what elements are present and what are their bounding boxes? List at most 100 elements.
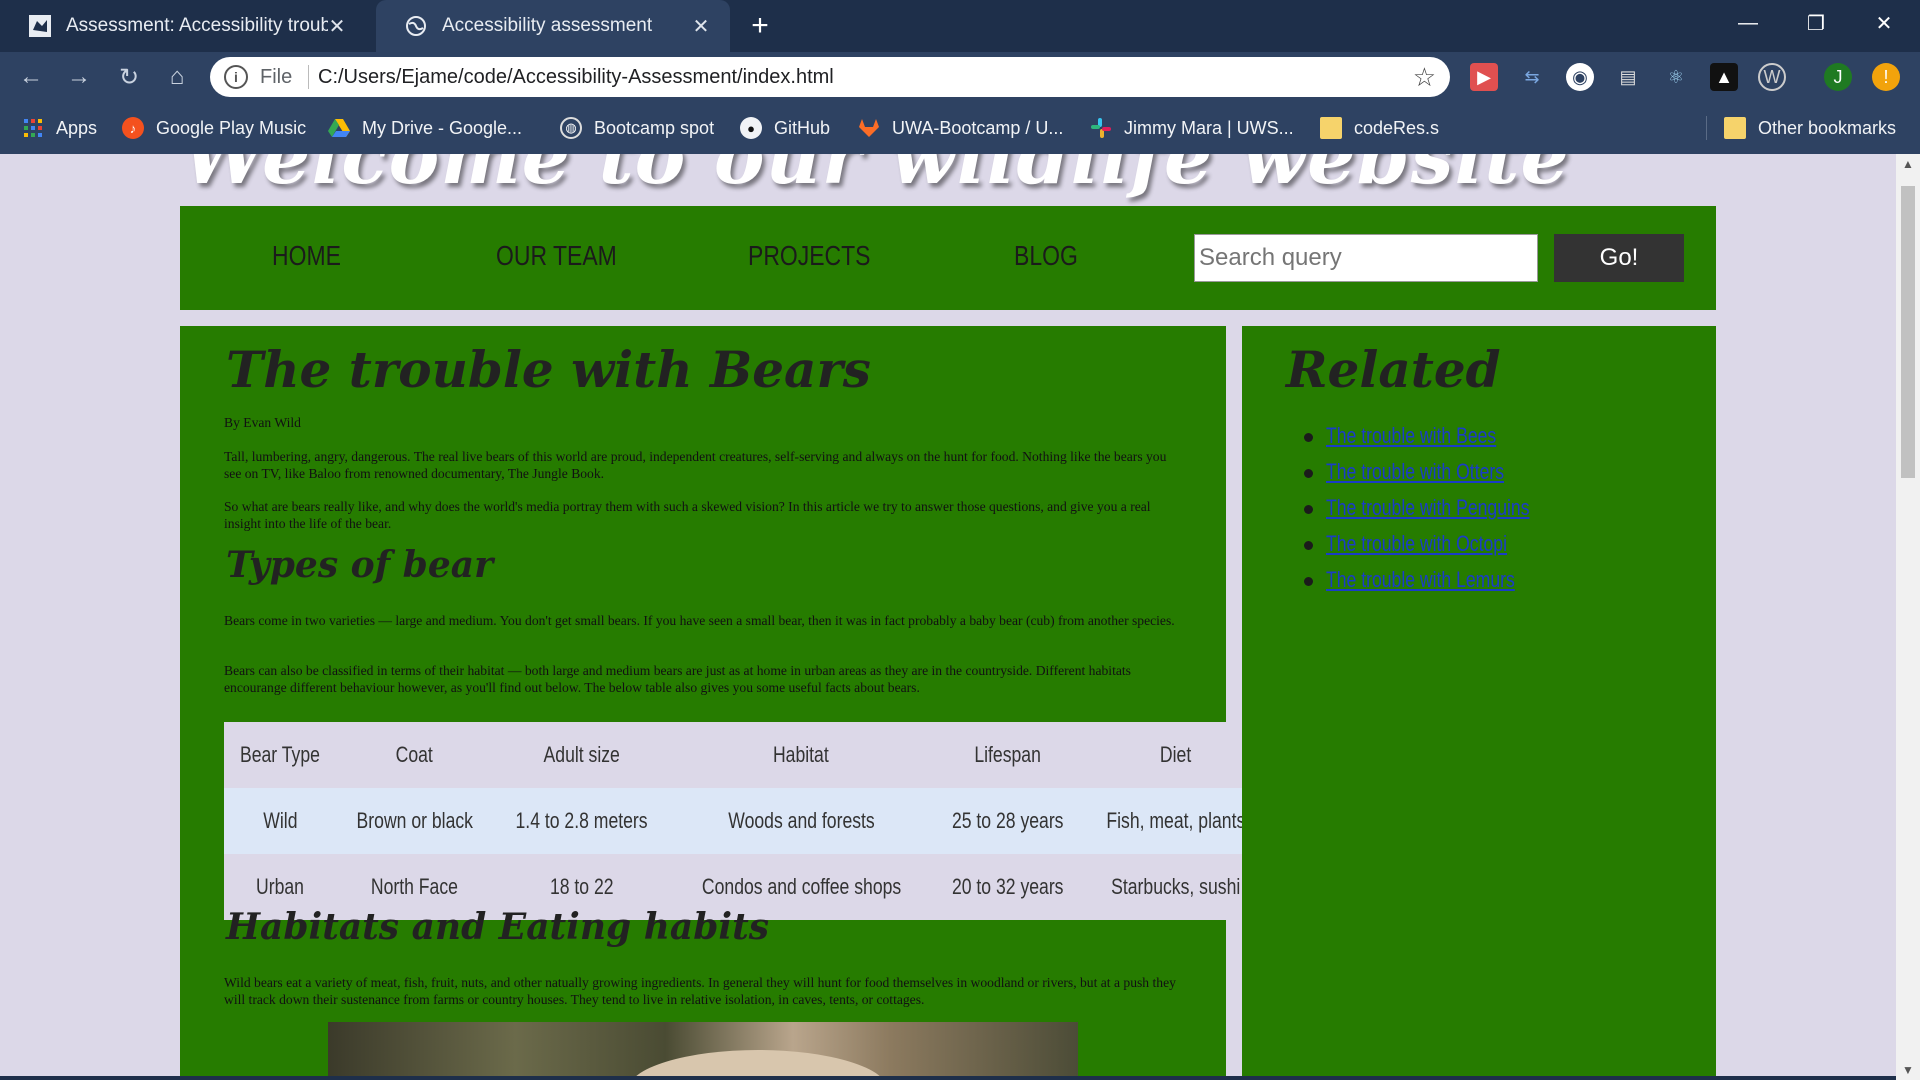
nav-home[interactable]: HOME	[272, 240, 341, 272]
home-icon[interactable]: ⌂	[160, 60, 194, 94]
forward-icon[interactable]: →	[62, 60, 96, 94]
table-header-cell: Adult size	[543, 742, 621, 767]
bookmarks-divider	[1706, 116, 1707, 140]
site-title: Welcome to our wildlife website	[182, 154, 1570, 201]
table-header-cell: Coat	[396, 742, 434, 767]
extension-cookie-icon[interactable]: ◉	[1566, 63, 1594, 91]
list-item: The trouble with Bees	[1303, 418, 1580, 454]
list-item: The trouble with Penguins	[1303, 490, 1580, 526]
bookmark-uwa-bootcamp[interactable]: UWA-Bootcamp / U...	[858, 114, 1063, 142]
intro-paragraph-2: So what are bears really like, and why d…	[224, 499, 1151, 531]
intro-paragraph-1: Tall, lumbering, angry, dangerous. The r…	[224, 449, 1167, 481]
table-cell: Starbucks, sushi	[1111, 874, 1241, 899]
bookmark-jimmy-mara[interactable]: Jimmy Mara | UWS...	[1090, 114, 1294, 142]
related-link-octopi[interactable]: The trouble with Octopi	[1326, 526, 1507, 562]
article-heading: The trouble with Bears	[226, 340, 871, 399]
back-icon[interactable]: ←	[14, 60, 48, 94]
react-devtools-icon[interactable]: ⚛	[1662, 63, 1690, 91]
bookmark-github[interactable]: ● GitHub	[740, 114, 830, 142]
table-header-cell: Lifespan	[974, 742, 1041, 767]
extension-record-icon[interactable]: ▶	[1470, 63, 1498, 91]
extension-w-icon[interactable]: W	[1758, 63, 1786, 91]
vertical-scrollbar[interactable]: ▲ ▼	[1896, 154, 1920, 1080]
globe-icon: ◍	[560, 117, 582, 139]
tab-title: Accessibility assessment	[442, 15, 653, 36]
types-heading: Types of bear	[226, 544, 494, 586]
extension-cat-icon[interactable]: ▲	[1710, 63, 1738, 91]
globe-icon	[404, 14, 428, 38]
related-link-bees[interactable]: The trouble with Bees	[1326, 418, 1496, 454]
scroll-up-icon[interactable]: ▲	[1896, 154, 1920, 174]
close-window-icon[interactable]: ✕	[1850, 0, 1918, 46]
table-header-row: Bear Type Coat Adult size Habitat Lifesp…	[224, 722, 1269, 788]
related-link-lemurs[interactable]: The trouble with Lemurs	[1326, 562, 1515, 598]
scroll-down-icon[interactable]: ▼	[1896, 1060, 1920, 1080]
related-link-otters[interactable]: The trouble with Otters	[1326, 454, 1504, 490]
bookmark-google-play-music[interactable]: ♪ Google Play Music	[122, 114, 306, 142]
table-header-cell: Habitat	[773, 742, 829, 767]
table-cell: 1.4 to 2.8 meters	[515, 808, 648, 833]
update-alert-icon[interactable]: !	[1872, 63, 1900, 91]
bookmark-label: Jimmy Mara | UWS...	[1124, 117, 1294, 138]
address-bar[interactable]: i File C:/Users/Ejame/code/Accessibility…	[210, 57, 1450, 97]
table-cell: 25 to 28 years	[951, 808, 1064, 833]
tab-strip: Assessment: Accessibility troubleshootin…	[0, 0, 1920, 52]
bookmark-label: GitHub	[774, 117, 831, 138]
play-music-icon: ♪	[122, 117, 144, 139]
bookmarks-bar: Apps ♪ Google Play Music My Drive - Goog…	[0, 102, 1920, 154]
info-icon[interactable]: i	[224, 65, 248, 89]
tab-assessment[interactable]: Assessment: Accessibility troubleshootin…	[0, 0, 366, 52]
table-cell: Brown or black	[356, 808, 473, 833]
folder-icon	[1320, 117, 1342, 139]
search-go-button[interactable]: Go!	[1554, 234, 1684, 282]
bookmark-coderes[interactable]: codeRes.s	[1320, 114, 1439, 142]
table-cell: Wild	[262, 808, 298, 833]
tab-accessibility-assessment[interactable]: Accessibility assessment ✕	[376, 0, 730, 52]
nav-projects[interactable]: PROJECTS	[748, 240, 870, 272]
url-text[interactable]: C:/Users/Ejame/code/Accessibility-Assess…	[318, 66, 834, 89]
bookmark-label: Other bookmarks	[1758, 117, 1897, 138]
table-cell: 20 to 32 years	[951, 874, 1064, 899]
bookmark-label: UWA-Bootcamp / U...	[892, 117, 1064, 138]
habitats-paragraph: Wild bears eat a variety of meat, fish, …	[224, 975, 1176, 1007]
scrollbar-thumb[interactable]	[1901, 186, 1915, 478]
close-tab-icon[interactable]: ✕	[688, 13, 714, 39]
extension-arrows-icon[interactable]: ⇆	[1518, 63, 1546, 91]
folder-icon	[1724, 117, 1746, 139]
table-cell: Fish, meat, plants	[1106, 808, 1246, 833]
bookmark-star-icon[interactable]: ☆	[1413, 62, 1436, 93]
slack-icon	[1090, 117, 1112, 139]
related-sidebar: Related The trouble with Bees The troubl…	[1242, 326, 1716, 1080]
list-item: The trouble with Lemurs	[1303, 562, 1580, 598]
close-tab-icon[interactable]: ✕	[324, 13, 350, 39]
nav-our-team[interactable]: OUR TEAM	[496, 240, 617, 272]
nav-blog[interactable]: BLOG	[1014, 240, 1078, 272]
bookmark-label: My Drive - Google...	[362, 117, 523, 138]
bookmark-apps[interactable]: Apps	[22, 114, 97, 142]
browser-toolbar: ← → ↻ ⌂ i File C:/Users/Ejame/code/Acces…	[0, 52, 1920, 102]
table-header-cell: Bear Type	[239, 742, 320, 767]
bookmark-label: codeRes.s	[1354, 117, 1440, 138]
bookmark-label: Google Play Music	[156, 117, 307, 138]
minimize-icon[interactable]: —	[1714, 0, 1782, 46]
table-cell: Woods and forests	[727, 808, 875, 833]
related-link-penguins[interactable]: The trouble with Penguins	[1326, 490, 1530, 526]
bookmark-my-drive[interactable]: My Drive - Google...	[328, 114, 522, 142]
mdn-favicon-icon	[28, 14, 52, 38]
page-viewport: Welcome to our wildlife website HOME OUR…	[0, 154, 1896, 1080]
bookmark-bootcamp-spot[interactable]: ◍ Bootcamp spot	[560, 114, 714, 142]
list-item: The trouble with Otters	[1303, 454, 1580, 490]
table-header-cell: Diet	[1160, 742, 1192, 767]
profile-avatar[interactable]: J	[1824, 63, 1852, 91]
search-input[interactable]	[1194, 234, 1538, 282]
table-row: Wild Brown or black 1.4 to 2.8 meters Wo…	[224, 788, 1269, 854]
extension-printer-icon[interactable]: ▤	[1614, 63, 1642, 91]
bookmark-label: Bootcamp spot	[594, 117, 715, 138]
gitlab-icon	[858, 117, 880, 139]
new-tab-icon[interactable]: +	[744, 9, 776, 42]
habitats-heading: Habitats and Eating habits	[226, 906, 769, 948]
reload-icon[interactable]: ↻	[112, 60, 146, 94]
restore-icon[interactable]: ❐	[1782, 0, 1850, 46]
other-bookmarks[interactable]: Other bookmarks	[1724, 114, 1896, 142]
github-icon: ●	[740, 117, 762, 139]
